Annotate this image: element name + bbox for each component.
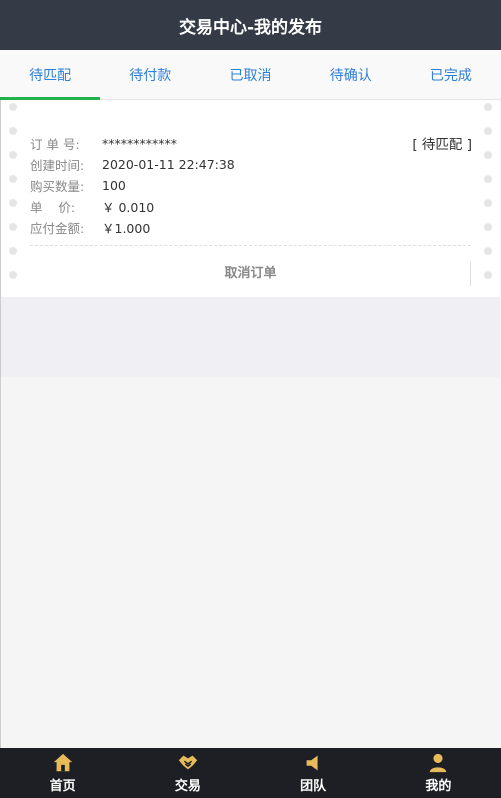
amount-due-row: 应付金额: ￥1.000 — [30, 217, 150, 237]
amount-due-value: ￥1.000 — [102, 220, 151, 236]
tab-pending-confirm[interactable]: 待确认 — [301, 50, 401, 99]
field-label: 订 单 号: — [30, 136, 80, 152]
nav-mine[interactable]: 我的 — [376, 748, 501, 798]
tab-label: 待确认 — [329, 67, 372, 84]
quantity-value: 100 — [102, 177, 126, 193]
perforation-dot — [484, 103, 492, 111]
quantity-row: 购买数量: 100 — [30, 175, 126, 195]
order-status-badge: [ 待匹配 ] — [412, 137, 472, 153]
perforation-dot — [9, 151, 17, 159]
perforation-dot — [484, 151, 492, 159]
cancel-order-button[interactable]: 取消订单 — [1, 258, 500, 284]
perforation-dot — [9, 199, 17, 207]
perforation-dot — [484, 175, 492, 183]
perforation-dot — [484, 199, 492, 207]
tab-label: 待匹配 — [29, 67, 72, 84]
order-number-value: ************ — [102, 135, 177, 151]
perforation-dot — [9, 223, 17, 231]
perforation-dot — [9, 127, 17, 135]
user-icon — [430, 753, 447, 773]
cancel-order-label: 取消订单 — [224, 265, 277, 281]
order-card: [ 待匹配 ] 订 单 号: ************ 创建时间: 2020-0… — [1, 100, 500, 297]
page-title: 交易中心-我的发布 — [178, 17, 323, 38]
nav-team[interactable]: 团队 — [251, 748, 376, 798]
order-number-row: 订 单 号: ************ — [30, 133, 177, 153]
perforation-dot — [9, 175, 17, 183]
tab-pending-payment[interactable]: 待付款 — [100, 50, 200, 99]
header-bar: 交易中心-我的发布 — [0, 0, 501, 50]
perforation-dot — [9, 103, 17, 111]
perforation-dot — [484, 223, 492, 231]
tab-pending-match[interactable]: 待匹配 — [0, 50, 101, 100]
created-time-row: 创建时间: 2020-01-11 22:47:38 — [30, 154, 235, 174]
perforation-dot — [9, 247, 17, 255]
empty-area — [1, 297, 500, 377]
nav-trade[interactable]: 交易 — [125, 748, 250, 798]
handshake-icon — [178, 755, 198, 770]
unit-price-row: 单 价: ￥ 0.010 — [30, 196, 154, 216]
tab-completed[interactable]: 已完成 — [401, 50, 501, 99]
field-label: 创建时间: — [30, 157, 85, 173]
unit-price-value: ￥ 0.010 — [102, 199, 155, 215]
vertical-separator — [470, 262, 471, 286]
nav-label: 团队 — [300, 779, 327, 794]
nav-label: 交易 — [174, 779, 201, 794]
field-label: 应付金额: — [30, 220, 85, 236]
tab-cancelled[interactable]: 已取消 — [200, 50, 300, 99]
megaphone-icon — [306, 755, 318, 771]
nav-label: 我的 — [425, 779, 452, 794]
tab-label: 已取消 — [229, 67, 272, 84]
tab-label: 已完成 — [429, 67, 472, 84]
field-label: 购买数量: — [30, 178, 85, 194]
created-time-value: 2020-01-11 22:47:38 — [102, 156, 235, 172]
dashed-divider — [30, 245, 471, 246]
nav-label: 首页 — [49, 779, 76, 794]
bottom-nav: 首页 交易 团队 我的 — [0, 748, 501, 798]
status-tabs: 待匹配 待付款 已取消 待确认 已完成 — [0, 50, 501, 100]
perforation-dot — [484, 127, 492, 135]
home-icon — [53, 753, 72, 772]
nav-home[interactable]: 首页 — [0, 748, 125, 798]
perforation-dot — [484, 247, 492, 255]
tab-label: 待付款 — [129, 67, 172, 84]
field-label: 单 价: — [30, 199, 76, 215]
